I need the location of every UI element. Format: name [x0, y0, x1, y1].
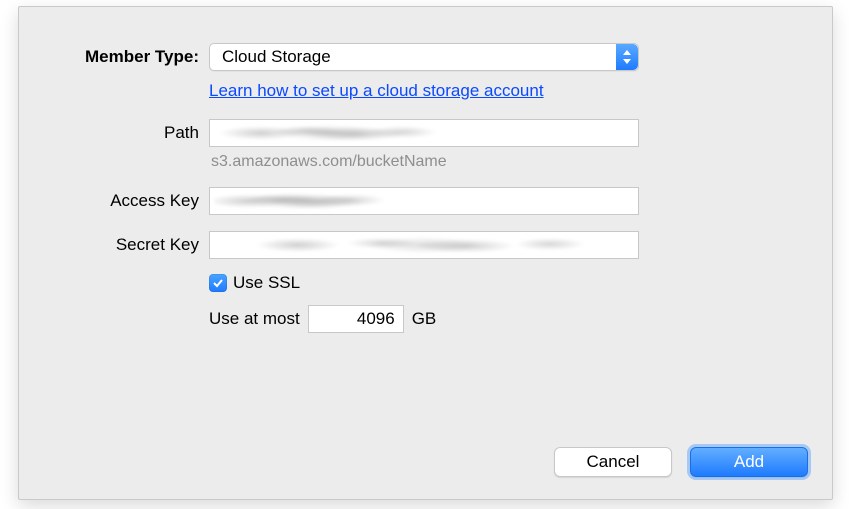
member-type-value: Cloud Storage	[222, 47, 331, 67]
path-input[interactable]	[209, 119, 639, 147]
form: Member Type: Cloud Storage Learn how to …	[19, 43, 832, 343]
quota-prefix: Use at most	[209, 309, 300, 329]
secret-key-input[interactable]	[209, 231, 639, 259]
access-key-input[interactable]	[209, 187, 639, 215]
access-key-label: Access Key	[19, 191, 209, 211]
member-type-select[interactable]: Cloud Storage	[209, 43, 639, 71]
member-type-label: Member Type:	[19, 47, 209, 67]
quota-unit: GB	[412, 309, 437, 329]
quota-input[interactable]	[308, 305, 404, 333]
cancel-button-label: Cancel	[587, 452, 640, 472]
secret-key-label: Secret Key	[19, 235, 209, 255]
add-button[interactable]: Add	[690, 447, 808, 477]
updown-icon	[616, 44, 638, 70]
cancel-button[interactable]: Cancel	[554, 447, 672, 477]
add-button-label: Add	[734, 452, 764, 472]
path-hint: s3.amazonaws.com/bucketName	[211, 153, 447, 171]
use-ssl-checkbox[interactable]	[209, 274, 227, 292]
dialog-footer: Cancel Add	[554, 447, 808, 477]
help-link[interactable]: Learn how to set up a cloud storage acco…	[209, 81, 544, 100]
check-icon	[212, 277, 224, 289]
path-label: Path	[19, 123, 209, 143]
dialog-sheet: Member Type: Cloud Storage Learn how to …	[18, 6, 833, 500]
use-ssl-label: Use SSL	[233, 273, 300, 293]
